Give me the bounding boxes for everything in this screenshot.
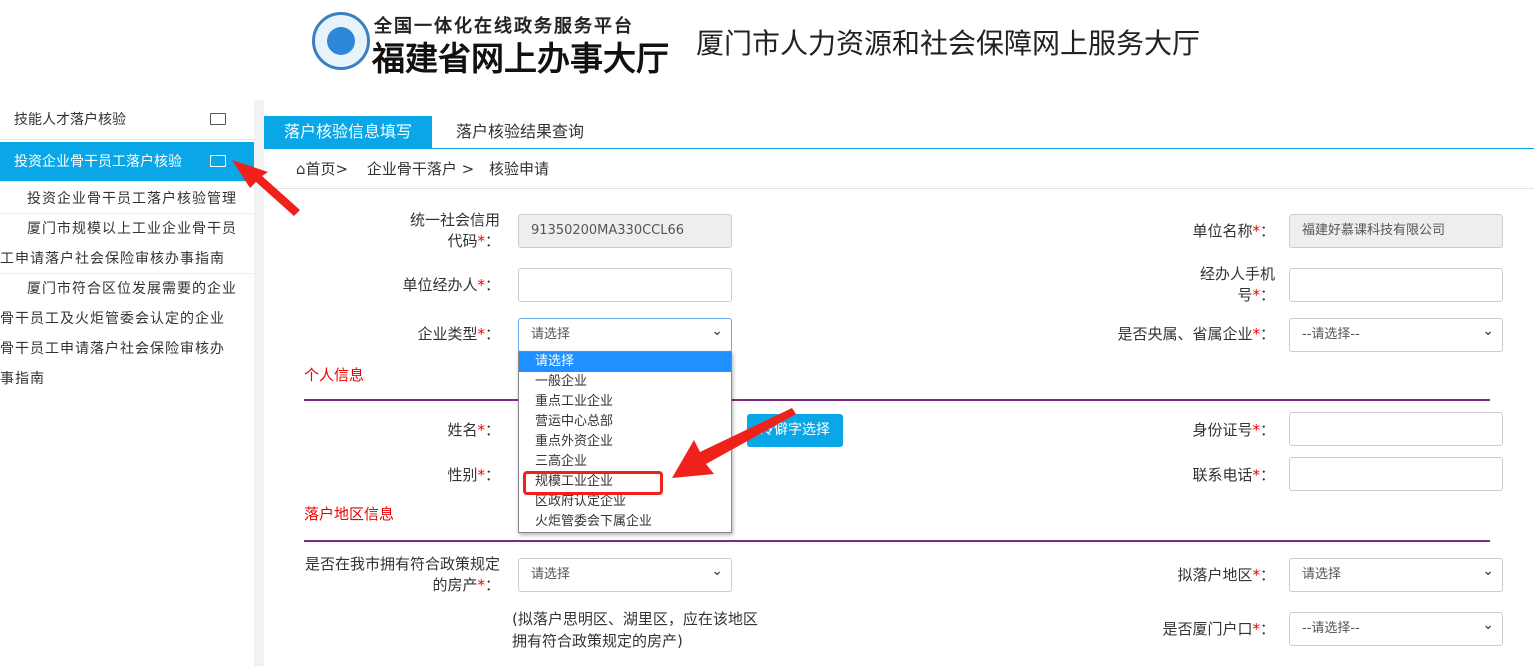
sidebar-item-skilled-talent[interactable]: 技能人才落户核验 xyxy=(0,100,254,140)
unit-name-field[interactable]: 福建好慕课科技有限公司 xyxy=(1289,214,1503,248)
sidebar: 技能人才落户核验 投资企业骨干员工落户核验 投资企业骨干员工落户核验管理 厦门市… xyxy=(0,100,254,666)
folder-icon xyxy=(210,113,226,125)
option[interactable]: 一般企业 xyxy=(519,372,731,392)
tab-info-fill[interactable]: 落户核验信息填写 xyxy=(264,116,433,148)
option[interactable]: 重点外资企业 xyxy=(519,432,731,452)
sidebar-subitem-guide-2-cont2[interactable]: 骨干员工申请落户社会保险审核办 xyxy=(0,334,254,364)
central-label: 是否央属、省属企业*： xyxy=(1117,325,1275,343)
sidebar-item-label: 技能人才落户核验 xyxy=(14,112,126,128)
option[interactable]: 三高企业 xyxy=(519,452,731,472)
option[interactable]: 区政府认定企业 xyxy=(519,492,731,512)
enterprise-type-dropdown[interactable]: 请选择 一般企业 重点工业企业 营运中心总部 重点外资企业 三高企业 规模工业企… xyxy=(518,351,732,533)
rare-char-button[interactable]: 冷僻字选择 xyxy=(747,414,843,447)
breadcrumb-home[interactable]: 首页> xyxy=(306,160,349,178)
xiamen-hukou-select[interactable]: --请选择-- xyxy=(1289,609,1503,646)
house-label: 是否在我市拥有符合政策规定的房产*： xyxy=(304,555,500,594)
option[interactable]: 营运中心总部 xyxy=(519,412,731,432)
sidebar-subitem-guide-1-cont[interactable]: 工申请落户社会保险审核办事指南 xyxy=(0,244,254,274)
option[interactable]: 重点工业企业 xyxy=(519,392,731,412)
breadcrumb-level1[interactable]: 企业骨干落户 > xyxy=(367,160,474,178)
name-label: 姓名*： xyxy=(447,421,500,439)
section-divider xyxy=(304,399,1490,401)
divider xyxy=(264,188,1534,189)
sidebar-item-investment-staff[interactable]: 投资企业骨干员工落户核验 xyxy=(0,142,254,182)
section-divider xyxy=(304,540,1490,542)
id-number-input[interactable] xyxy=(1289,412,1503,446)
sidebar-subitem-guide-2[interactable]: 厦门市符合区位发展需要的企业 xyxy=(0,274,254,304)
unit-name-label: 单位名称*： xyxy=(1192,222,1275,240)
sidebar-subitem-guide-1[interactable]: 厦门市规模以上工业企业骨干员 xyxy=(0,214,254,244)
section-area: 落户地区信息 xyxy=(304,505,395,523)
enterprise-type-label: 企业类型*： xyxy=(417,325,500,343)
xiamen-hukou-label: 是否厦门户口*： xyxy=(1162,620,1275,638)
target-area-label: 拟落户地区*： xyxy=(1177,566,1275,584)
handler-label: 单位经办人*： xyxy=(402,276,500,294)
sidebar-subitem-guide-2-cont[interactable]: 骨干员工及火炬管委会认定的企业 xyxy=(0,304,254,334)
handler-phone-input[interactable] xyxy=(1289,268,1503,302)
credit-code-field[interactable]: 91350200MA330CCL66 xyxy=(518,214,732,248)
folder-open-icon xyxy=(210,155,226,167)
tab-result-query[interactable]: 落户核验结果查询 xyxy=(436,116,604,148)
logo-icon xyxy=(312,12,370,70)
target-area-select[interactable]: 请选择 xyxy=(1289,555,1503,592)
platform-name: 福建省网上办事大厅 xyxy=(372,39,669,78)
id-number-label: 身份证号*： xyxy=(1192,421,1275,439)
handler-phone-label: 经办人手机号*： xyxy=(1200,265,1276,304)
option[interactable]: 请选择 xyxy=(519,352,731,372)
section-personal: 个人信息 xyxy=(304,366,365,384)
breadcrumb-level2: 核验申请 xyxy=(489,160,550,178)
enterprise-type-select[interactable]: 请选择 xyxy=(518,315,732,352)
gender-label: 性别*： xyxy=(447,466,500,484)
sidebar-item-label: 投资企业骨干员工落户核验 xyxy=(14,154,182,170)
credit-code-label: 统一社会信用代码*： xyxy=(409,211,500,250)
tab-divider xyxy=(264,148,1534,149)
breadcrumb: ⌂首页> 企业骨干落户 > 核验申请 xyxy=(296,158,549,179)
header: 全国一体化在线政务服务平台 福建省网上办事大厅 厦门市人力资源和社会保障网上服务… xyxy=(0,0,1534,100)
home-icon: ⌂ xyxy=(296,160,306,178)
house-note: (拟落户思明区、湖里区，应在该地区拥有符合政策规定的房产) xyxy=(512,610,758,650)
handler-input[interactable] xyxy=(518,268,732,302)
option[interactable]: 火炬管委会下属企业 xyxy=(519,512,731,532)
phone-label: 联系电话*： xyxy=(1192,466,1275,484)
house-select[interactable]: 请选择 xyxy=(518,555,732,592)
highlight-box xyxy=(523,471,663,495)
site-title: 厦门市人力资源和社会保障网上服务大厅 xyxy=(696,27,1201,60)
phone-input[interactable] xyxy=(1289,457,1503,491)
sidebar-subitem-management[interactable]: 投资企业骨干员工落户核验管理 xyxy=(0,184,254,214)
central-select[interactable]: --请选择-- xyxy=(1289,315,1503,352)
sidebar-subitem-guide-2-cont3[interactable]: 事指南 xyxy=(0,364,254,394)
